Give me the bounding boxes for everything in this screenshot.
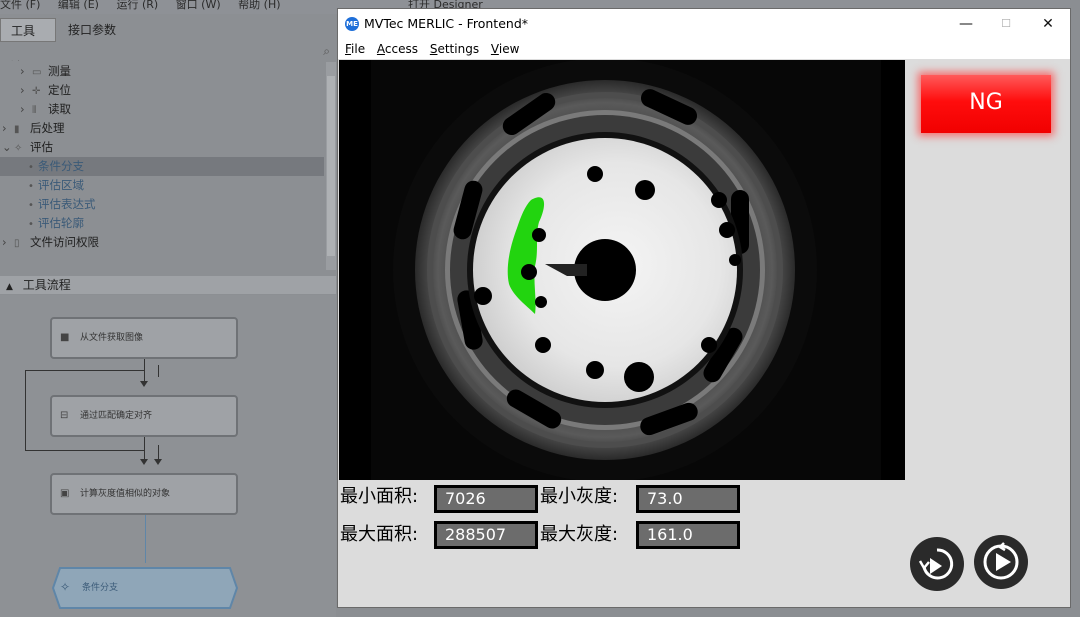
collapse-triangle-icon[interactable]: ▲ xyxy=(6,282,13,292)
flow-step-alignment[interactable]: ⊟ 通过匹配确定对齐 xyxy=(50,395,238,437)
file-icon: ▯ xyxy=(14,238,20,249)
tool-tabs: 工具库 接口参数 xyxy=(0,18,336,62)
evaluate-icon: ✧ xyxy=(14,143,23,154)
search-icon[interactable]: ⌕ xyxy=(323,44,330,59)
designer-menu-help[interactable]: 帮助 (H) xyxy=(238,0,280,10)
image-viewer[interactable] xyxy=(339,60,905,480)
tree-item-file-access[interactable]: › ▯ 文件访问权限 xyxy=(2,233,99,252)
result-panel: NG xyxy=(906,60,1070,480)
max-area-value: 288507 xyxy=(434,521,538,549)
min-gray-label: 最小灰度: xyxy=(540,486,619,507)
tree-scrollbar[interactable] xyxy=(326,62,336,270)
single-step-icon xyxy=(918,548,954,580)
tab-toolbox[interactable]: 工具库 xyxy=(0,18,56,62)
merlic-frontend-window: ME MVTec MERLIC - Frontend* — ☐ ✕ File A… xyxy=(337,8,1071,608)
bullet-icon: • xyxy=(28,162,34,173)
continuous-run-icon xyxy=(983,542,1019,580)
menu-view[interactable]: View xyxy=(491,39,519,59)
gray-object-icon: ▣ xyxy=(60,488,70,499)
chevron-right-icon[interactable]: › xyxy=(20,100,32,119)
window-titlebar[interactable]: ME MVTec MERLIC - Frontend* — ☐ ✕ xyxy=(338,9,1070,39)
chevron-down-icon[interactable]: ⌄ xyxy=(2,138,14,157)
tree-item-evaluate-expression[interactable]: • 评估表达式 xyxy=(28,195,96,214)
minimize-icon[interactable]: — xyxy=(946,9,986,39)
chevron-right-icon[interactable]: › xyxy=(2,233,14,252)
tool-tree: › ▭ 测量 › ✛ 定位 › ⦀ 读取 › ▮ 后处理 ⌄ ✧ 评估 • 条件分支 • 评估区域 • 评… xyxy=(0,62,324,270)
tool-flow-header[interactable]: ▲ 工具流程 xyxy=(0,276,336,294)
camera-icon: ■ xyxy=(60,332,70,343)
tool-search-input[interactable]: ⌕ xyxy=(0,42,336,60)
menu-settings[interactable]: Settings xyxy=(430,39,479,59)
close-icon[interactable]: ✕ xyxy=(1028,9,1068,39)
designer-menu-file[interactable]: 文件 (F) xyxy=(0,0,40,10)
designer-right-edge xyxy=(1070,0,1080,617)
max-gray-value: 161.0 xyxy=(636,521,740,549)
flow-connector xyxy=(25,370,145,371)
chevron-right-icon[interactable]: › xyxy=(20,81,32,100)
continuous-run-button[interactable] xyxy=(974,535,1028,589)
crosshair-icon: ✛ xyxy=(32,86,41,97)
tree-item-measure[interactable]: › ▭ 测量 xyxy=(20,62,71,81)
designer-menu-edit[interactable]: 编辑 (E) xyxy=(58,0,99,10)
designer-menu-run[interactable]: 运行 (R) xyxy=(116,0,158,10)
barcode-icon: ⦀ xyxy=(32,105,37,116)
conditional-branch-label-wrap: ✧ 条件分支 xyxy=(60,580,119,594)
tree-item-postprocess[interactable]: › ▮ 后处理 xyxy=(2,119,65,138)
flow-step-gray-objects[interactable]: ▣ 计算灰度值相似的对象 xyxy=(50,473,238,515)
branch-icon: ✧ xyxy=(60,580,71,594)
flow-connector xyxy=(25,370,26,450)
chevron-right-icon[interactable]: › xyxy=(20,62,32,81)
tree-item-read[interactable]: › ⦀ 读取 xyxy=(20,100,71,119)
tree-item-evaluate-contour[interactable]: • 评估轮廓 xyxy=(28,214,84,233)
flow-step-acquire-image[interactable]: ■ 从文件获取图像 xyxy=(50,317,238,359)
alignment-icon: ⊟ xyxy=(60,410,69,421)
window-menubar: File Access Settings View xyxy=(338,39,1070,59)
scrollbar-thumb[interactable] xyxy=(327,76,335,256)
arrow-down-icon xyxy=(140,381,148,387)
max-area-label: 最大面积: xyxy=(340,524,419,545)
arrow-down-icon xyxy=(140,459,148,465)
flow-connector xyxy=(25,450,145,451)
flow-connector xyxy=(158,445,159,459)
bullet-icon: • xyxy=(28,200,34,211)
max-gray-label: 最大灰度: xyxy=(540,524,619,545)
bullet-icon: • xyxy=(28,219,34,230)
bullet-icon: • xyxy=(28,181,34,192)
tree-item-evaluate[interactable]: ⌄ ✧ 评估 xyxy=(2,138,53,157)
flow-connector xyxy=(145,515,146,563)
min-area-label: 最小面积: xyxy=(340,486,419,507)
maximize-icon[interactable]: ☐ xyxy=(986,9,1026,39)
flow-connector xyxy=(144,437,145,459)
arrow-down-icon xyxy=(154,459,162,465)
min-gray-value: 73.0 xyxy=(636,485,740,513)
tree-item-locate[interactable]: › ✛ 定位 xyxy=(20,81,71,100)
inspection-image xyxy=(339,60,905,480)
tree-item-conditional-branch[interactable]: • 条件分支 xyxy=(0,157,324,176)
single-step-button[interactable] xyxy=(910,537,964,591)
chevron-right-icon[interactable]: › xyxy=(2,119,14,138)
window-title: MVTec MERLIC - Frontend* xyxy=(364,16,529,31)
merlic-logo-icon: ME xyxy=(345,17,359,31)
tree-item-evaluate-region[interactable]: • 评估区域 xyxy=(28,176,84,195)
ruler-icon: ▭ xyxy=(32,67,42,78)
min-area-value: 7026 xyxy=(434,485,538,513)
flow-connector xyxy=(158,365,159,377)
left-panel: 工具库 接口参数 ⌕ ›▭测量 ›✛定位 ›⦀读取 ›▮后处理 ⌄✧评估 •条件… xyxy=(0,14,336,617)
designer-menu-window[interactable]: 窗口 (W) xyxy=(176,0,221,10)
menu-file[interactable]: File xyxy=(345,39,365,59)
menu-access[interactable]: Access xyxy=(377,39,418,59)
result-status-badge: NG xyxy=(921,75,1051,133)
tool-flow-canvas: ■ 从文件获取图像 ⊟ 通过匹配确定对齐 ▣ 计算灰度值相似的对象 ✧ 条件分支 xyxy=(0,295,336,617)
postprocess-icon: ▮ xyxy=(14,124,20,135)
tab-interface-params[interactable]: 接口参数 xyxy=(58,18,126,42)
